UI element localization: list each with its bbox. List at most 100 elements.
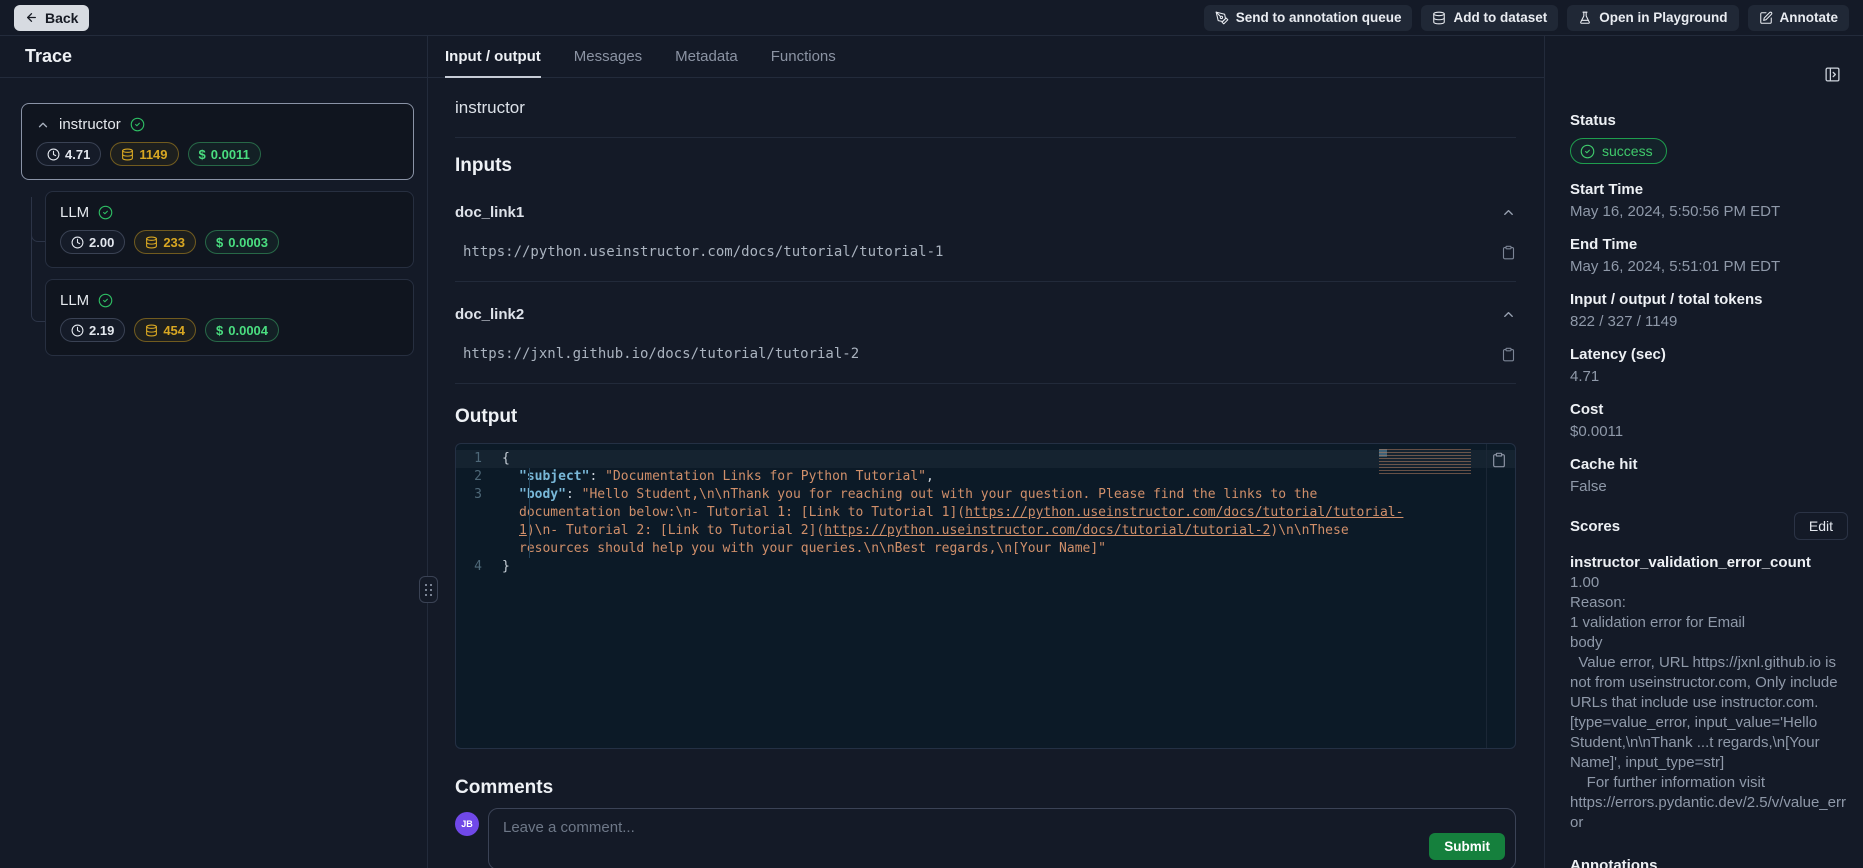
score-reason-line: 1 validation error for Email (1570, 613, 1848, 633)
trace-detail-page: Back Send to annotation queue Add to dat… (0, 0, 1863, 868)
tree-connector (31, 197, 46, 322)
score-details: 1.00 Reason: 1 validation error for Emai… (1570, 573, 1848, 833)
code-token: : (566, 487, 582, 502)
sidebar-title: Trace (0, 36, 427, 78)
field-value: May 16, 2024, 5:51:01 PM EDT (1570, 258, 1848, 276)
cost-value: 0.0003 (228, 235, 268, 250)
database-icon (145, 236, 158, 249)
check-circle-icon (1580, 144, 1595, 159)
code-line: 2 "subject": "Documentation Links for Py… (456, 468, 1515, 486)
divider (455, 383, 1516, 384)
clock-icon (71, 324, 84, 337)
score-reason-line: Reason: (1570, 593, 1848, 613)
send-to-annotation-queue-label: Send to annotation queue (1236, 10, 1402, 25)
latency-value: 2.00 (89, 235, 114, 250)
field-value: 822 / 327 / 1149 (1570, 313, 1848, 331)
detail-field: Cache hit False (1570, 456, 1848, 496)
tab-metadata[interactable]: Metadata (675, 36, 738, 77)
clipboard-icon (1501, 347, 1516, 362)
comment-composer: JB Submit (455, 808, 1516, 868)
send-to-annotation-queue-button[interactable]: Send to annotation queue (1204, 5, 1413, 31)
field-name: doc_link2 (455, 306, 524, 323)
edit-scores-button[interactable]: Edit (1794, 512, 1848, 540)
tokens-badge: 1149 (110, 142, 178, 166)
score-name: instructor_validation_error_count (1570, 553, 1848, 573)
chevron-up-icon (1501, 307, 1516, 322)
arrow-left-icon (25, 11, 38, 24)
latency-value: 2.19 (89, 323, 114, 338)
node-name: LLM (60, 292, 89, 309)
flask-icon (1578, 11, 1592, 25)
annotations-heading: Annotations (1570, 857, 1848, 868)
copy-value-button[interactable] (1501, 245, 1516, 260)
field-value: False (1570, 478, 1848, 496)
cost-value: 0.0011 (211, 147, 250, 162)
copy-output-button[interactable] (1491, 452, 1507, 468)
add-to-dataset-button[interactable]: Add to dataset (1421, 5, 1558, 31)
main-content: instructor Inputs doc_link1 https://pyth… (428, 78, 1544, 868)
tokens-value: 454 (163, 323, 185, 338)
score-reason-line: Value error, URL https://jxnl.github.io … (1570, 653, 1848, 773)
code-token: , (926, 469, 934, 484)
detail-field: Start Time May 16, 2024, 5:50:56 PM EDT (1570, 181, 1848, 221)
field-value-row: https://python.useinstructor.com/docs/tu… (455, 244, 1516, 260)
score-reason-line: body (1570, 633, 1848, 653)
trace-name-heading: instructor (455, 98, 1516, 118)
line-number: 4 (456, 558, 502, 576)
input-field-doc-link1: doc_link1 (455, 204, 1516, 221)
comment-input[interactable] (489, 809, 1515, 868)
annotate-button[interactable]: Annotate (1748, 5, 1850, 31)
tab-input-output[interactable]: Input / output (445, 36, 541, 77)
cost-value: 0.0004 (228, 323, 268, 338)
copy-value-button[interactable] (1501, 347, 1516, 362)
code-minimap (1379, 449, 1479, 475)
comments-heading: Comments (455, 777, 1516, 799)
back-button[interactable]: Back (14, 5, 89, 31)
tree-node-llm-1[interactable]: LLM 2.00 233 (45, 191, 414, 268)
line-number: 3 (456, 486, 502, 558)
field-label: End Time (1570, 236, 1848, 253)
field-value: May 16, 2024, 5:50:56 PM EDT (1570, 203, 1848, 221)
detail-field: Latency (sec) 4.71 (1570, 346, 1848, 386)
annotate-label: Annotate (1780, 10, 1839, 25)
database-icon (145, 324, 158, 337)
add-to-dataset-label: Add to dataset (1453, 10, 1547, 25)
status-label: Status (1570, 112, 1848, 129)
trace-tree: instructor 4.71 1149 (0, 103, 427, 356)
database-icon (121, 148, 134, 161)
indent-guide (529, 468, 530, 558)
output-code-editor[interactable]: 1 { 2 "subject": "Documentation Links fo… (455, 443, 1516, 749)
topbar-actions: Send to annotation queue Add to dataset … (1204, 5, 1849, 31)
status-badge: success (1570, 138, 1667, 164)
tree-node-instructor[interactable]: instructor 4.71 1149 (21, 103, 414, 180)
field-label: Start Time (1570, 181, 1848, 198)
check-circle-icon (130, 117, 145, 132)
latency-badge: 4.71 (36, 142, 101, 166)
collapse-field-button[interactable] (1501, 205, 1516, 220)
scores-header: Scores Edit (1570, 512, 1848, 540)
database-icon (1432, 11, 1446, 25)
field-label: Input / output / total tokens (1570, 291, 1848, 308)
code-token: "Documentation Links for Python Tutorial… (605, 469, 926, 484)
input-field-doc-link2: doc_link2 (455, 306, 1516, 323)
scores-heading: Scores (1570, 518, 1620, 535)
dollar-icon: $ (199, 147, 206, 162)
inputs-heading: Inputs (455, 155, 1516, 177)
top-bar: Back Send to annotation queue Add to dat… (0, 0, 1863, 36)
tokens-value: 1149 (139, 147, 167, 162)
tree-node-llm-2[interactable]: LLM 2.19 454 (45, 279, 414, 356)
cost-badge: $ 0.0003 (205, 230, 279, 254)
detail-field: Input / output / total tokens 822 / 327 … (1570, 291, 1848, 331)
collapse-field-button[interactable] (1501, 307, 1516, 322)
open-in-playground-button[interactable]: Open in Playground (1567, 5, 1738, 31)
collapse-panel-button[interactable] (1824, 66, 1841, 83)
submit-comment-button[interactable]: Submit (1429, 833, 1505, 860)
field-value: 4.71 (1570, 368, 1848, 386)
chevron-up-icon[interactable] (36, 118, 50, 132)
code-line: 3 "body": "Hello Student,\n\nThank you f… (456, 486, 1515, 558)
panel-resize-handle[interactable] (419, 576, 438, 603)
field-value: https://python.useinstructor.com/docs/tu… (463, 244, 943, 260)
tab-messages[interactable]: Messages (574, 36, 642, 77)
tab-functions[interactable]: Functions (771, 36, 836, 77)
node-name: instructor (59, 116, 121, 133)
